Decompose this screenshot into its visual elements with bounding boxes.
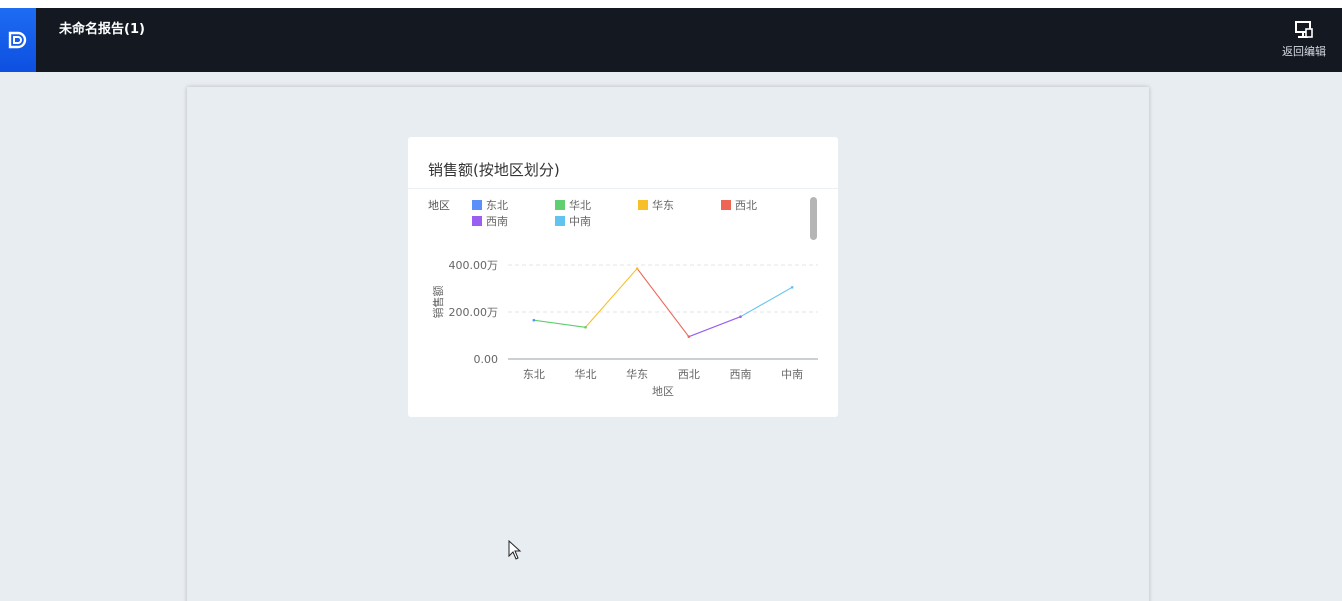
x-axis-title: 地区 (652, 385, 674, 398)
window-top-strip (0, 0, 1342, 8)
data-point (584, 325, 587, 329)
chart-card[interactable]: 销售额(按地区划分) 地区 东北 华北 华东 西北 西南 中南 0.00 200.00万 40… (408, 137, 838, 417)
x-tick-label: 西南 (730, 368, 752, 381)
mouse-cursor-icon (508, 540, 522, 560)
app-logo[interactable] (0, 8, 36, 72)
back-to-edit-label: 返回编辑 (1282, 45, 1326, 58)
monitor-edit-icon (1295, 21, 1313, 38)
data-point (635, 267, 639, 270)
report-canvas: 销售额(按地区划分) 地区 东北 华北 华东 西北 西南 中南 0.00 200.00万 40… (187, 87, 1149, 601)
data-point (739, 315, 742, 318)
y-axis-title: 销售额 (431, 286, 445, 319)
line-chart: 0.00 200.00万 400.00万东北 华北 华东 西北 西南 中南地区 销售额 (431, 259, 818, 398)
series-line-segment (533, 319, 586, 328)
x-tick-label: 东北 (523, 368, 545, 381)
x-tick-label: 中南 (781, 368, 803, 381)
report-title: 未命名报告(1) (59, 22, 145, 37)
top-bar: 未命名报告(1) 返回编辑 (0, 8, 1342, 72)
series-line-segment (688, 316, 741, 338)
y-tick-label: 0.00 (474, 353, 499, 366)
data-point (687, 335, 691, 338)
series-line-segment (585, 268, 638, 328)
data-point (532, 318, 536, 322)
x-tick-label: 西北 (678, 368, 700, 381)
logo-icon (8, 31, 27, 49)
y-tick-label: 200.00万 (449, 306, 499, 319)
back-to-edit-button[interactable]: 返回编辑 (1278, 20, 1330, 64)
data-point (790, 286, 794, 289)
x-tick-label: 华北 (575, 367, 597, 381)
y-tick-label: 400.00万 (449, 259, 499, 272)
series-line-segment (636, 268, 690, 338)
x-tick-label: 华东 (626, 367, 648, 381)
